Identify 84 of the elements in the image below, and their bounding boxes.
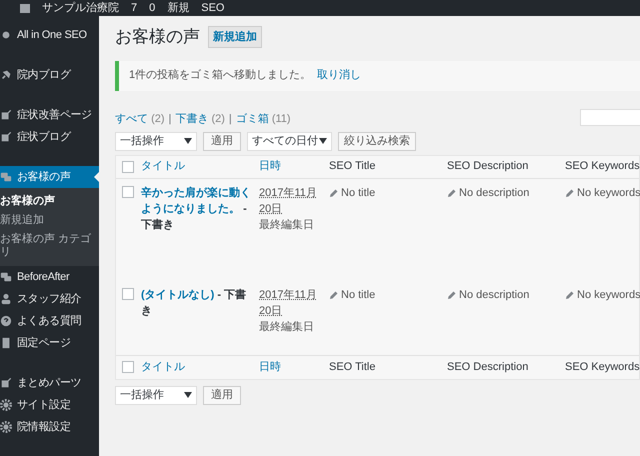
speech-bubbles-icon (0, 171, 12, 183)
seo-value: No title (341, 186, 376, 200)
seo-value: No description (459, 186, 530, 200)
pencil-icon (447, 188, 457, 198)
column-header: SEO Description (447, 360, 528, 373)
column-header: SEO Title (329, 360, 376, 373)
view-filter-link[interactable]: すべて (2) (115, 111, 165, 128)
speech-bubbles-icon (0, 271, 12, 283)
seo-value: No title (341, 288, 376, 302)
date-label: 最終編集日 (259, 218, 314, 232)
filter-button[interactable]: 絞り込み検索 (338, 132, 416, 150)
pencil-icon (565, 290, 575, 300)
sidebar-menu-item[interactable]: BeforeAfter (0, 266, 99, 288)
apply-button[interactable]: 適用 (203, 132, 241, 150)
gear-icon (0, 399, 12, 411)
page-title: お客様の声 (115, 26, 200, 48)
circle-icon (0, 29, 12, 41)
sidebar-menu-item[interactable]: サイト設定 (0, 394, 99, 416)
column-header[interactable]: タイトル (141, 160, 185, 172)
select-all-checkbox[interactable] (122, 160, 134, 172)
current-pointer-icon (94, 172, 99, 182)
sidebar-menu-item[interactable]: 固定ページ (0, 332, 99, 354)
edit-icon (0, 109, 12, 121)
view-filter-link[interactable]: 下書き (2) (175, 111, 225, 128)
pin-icon (0, 69, 12, 81)
person-icon (0, 293, 12, 305)
sidebar-menu-item[interactable]: スタッフ紹介 (0, 288, 99, 310)
sidebar-menu-item[interactable]: 院情報設定 (0, 416, 99, 438)
undo-link[interactable]: 取り消し (317, 67, 362, 84)
column-header: SEO Keywords (565, 360, 640, 373)
sidebar-menu-item[interactable]: よくある質問 (0, 310, 99, 332)
pencil-icon (565, 188, 575, 198)
search-field[interactable] (580, 108, 640, 126)
column-header[interactable]: 日時 (259, 360, 281, 373)
row-checkbox[interactable] (122, 186, 134, 198)
submenu-item[interactable]: 新規追加 (0, 211, 99, 230)
sidebar-menu-item[interactable]: お客様の声 (0, 166, 99, 188)
post-date: 2017年11月20日 (259, 288, 317, 318)
home-icon (20, 4, 30, 12)
pencil-icon (329, 290, 339, 300)
site-name-link[interactable]: サンプル治療院 (42, 2, 119, 14)
separator-text: | (168, 112, 172, 127)
bulk-action-select[interactable]: 一括操作 (115, 132, 197, 150)
sidebar-menu-item[interactable]: まとめパーツ (0, 372, 99, 394)
pencil-icon (447, 290, 457, 300)
submenu-item[interactable]: お客様の声 カテゴリ (0, 230, 99, 262)
dropdown-arrow-icon (184, 138, 192, 144)
sidebar-menu-item[interactable]: 院内ブログ (0, 64, 99, 86)
comments-link[interactable]: 0 (149, 2, 156, 14)
submenu-item[interactable]: お客様の声 (0, 192, 99, 211)
date-label: 最終編集日 (259, 320, 314, 334)
row-checkbox[interactable] (122, 288, 134, 300)
gear-icon (0, 421, 12, 433)
bulk-action-select[interactable]: 一括操作 (115, 386, 197, 404)
column-header: SEO Title (329, 160, 376, 172)
edit-icon (0, 131, 12, 143)
column-header: SEO Keywords (565, 160, 640, 172)
post-title-text[interactable]: 辛かった肩が楽に動くようになりました。 - 下書き (141, 184, 251, 232)
notice-message: 1件の投稿をゴミ箱へ移動しました。 (129, 68, 312, 84)
dropdown-arrow-icon (184, 392, 192, 398)
post-date: 2017年11月20日 (259, 186, 317, 216)
seo-value: No description (459, 288, 530, 302)
column-header: SEO Description (447, 160, 528, 172)
new-link[interactable]: 新規 (167, 2, 190, 14)
seo-link[interactable]: SEO (201, 2, 224, 14)
seo-value: No keywords (577, 186, 640, 200)
add-new-button[interactable]: 新規追加 (208, 26, 262, 48)
separator-text: | (228, 112, 232, 127)
dropdown-arrow-icon (319, 138, 327, 144)
apply-button[interactable]: 適用 (203, 386, 241, 404)
select-all-checkbox[interactable] (122, 361, 134, 373)
sidebar-menu-item[interactable]: All in One SEO (0, 24, 99, 46)
sidebar-menu-item[interactable]: 症状ブログ (0, 126, 99, 148)
pencil-icon (329, 188, 339, 198)
sidebar-menu-item[interactable]: 症状改善ページ (0, 104, 99, 126)
date-filter-select[interactable]: すべての日付 (247, 132, 332, 150)
post-title-text[interactable]: (タイトルなし) - 下書き (141, 286, 251, 318)
edit-icon (0, 377, 12, 389)
column-header[interactable]: 日時 (259, 160, 281, 172)
page-icon (0, 337, 12, 349)
updates-link[interactable]: 7 (131, 2, 138, 14)
column-header[interactable]: タイトル (141, 360, 185, 373)
seo-value: No keywords (577, 288, 640, 302)
view-filter-link[interactable]: ゴミ箱 (11) (236, 111, 291, 128)
